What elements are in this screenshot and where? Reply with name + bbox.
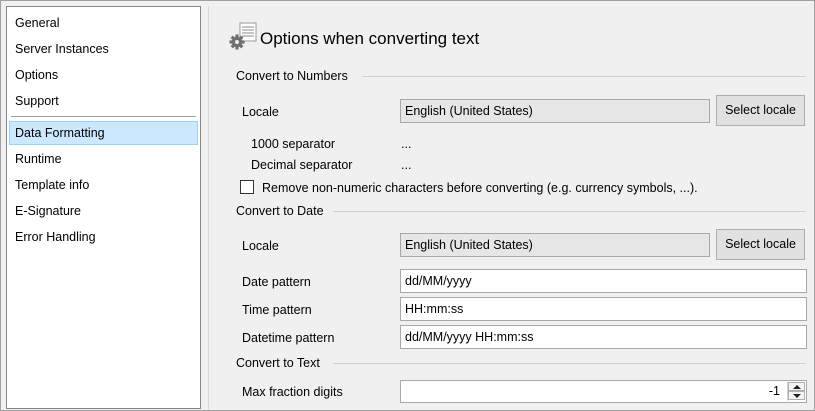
remove-nonnumeric-label: Remove non-numeric characters before con… bbox=[262, 181, 698, 195]
sidebar-item-runtime[interactable]: Runtime bbox=[9, 147, 198, 171]
sidebar-item-e-signature[interactable]: E-Signature bbox=[9, 199, 198, 223]
date-pattern-input[interactable]: dd/MM/yyyy bbox=[400, 269, 807, 293]
section-divider bbox=[333, 211, 806, 212]
sidebar: General Server Instances Options Support… bbox=[6, 6, 201, 409]
thousand-separator-value: ... bbox=[401, 137, 412, 151]
numbers-select-locale-button[interactable]: Select locale bbox=[716, 95, 805, 126]
page-title: Options when converting text bbox=[260, 29, 480, 48]
gear-document-icon bbox=[229, 22, 257, 50]
date-select-locale-button[interactable]: Select locale bbox=[716, 229, 805, 260]
date-locale-label: Locale bbox=[242, 239, 279, 253]
max-fraction-digits-value: -1 bbox=[768, 384, 780, 398]
sidebar-item-options[interactable]: Options bbox=[9, 63, 198, 87]
settings-window: General Server Instances Options Support… bbox=[0, 0, 815, 411]
time-pattern-label: Time pattern bbox=[242, 303, 312, 317]
date-locale-field: English (United States) bbox=[400, 233, 710, 257]
section-divider bbox=[333, 363, 806, 364]
main-panel: Options when converting text Convert to … bbox=[208, 6, 814, 410]
max-fraction-digits-label: Max fraction digits bbox=[242, 385, 343, 399]
numbers-locale-label: Locale bbox=[242, 105, 279, 119]
section-header-text: Convert to Text bbox=[236, 356, 320, 370]
sidebar-item-template-info[interactable]: Template info bbox=[9, 173, 198, 197]
datetime-pattern-input[interactable]: dd/MM/yyyy HH:mm:ss bbox=[400, 325, 807, 349]
sidebar-divider bbox=[11, 116, 196, 117]
sidebar-item-server-instances[interactable]: Server Instances bbox=[9, 37, 198, 61]
decimal-separator-label: Decimal separator bbox=[251, 158, 353, 172]
time-pattern-input[interactable]: HH:mm:ss bbox=[400, 297, 807, 321]
section-divider bbox=[362, 76, 806, 77]
stepper-down-icon[interactable] bbox=[788, 391, 805, 400]
datetime-pattern-label: Datetime pattern bbox=[242, 331, 335, 345]
section-header-numbers: Convert to Numbers bbox=[236, 69, 348, 83]
date-pattern-label: Date pattern bbox=[242, 275, 311, 289]
thousand-separator-label: 1000 separator bbox=[251, 137, 336, 151]
stepper-buttons bbox=[787, 382, 805, 401]
sidebar-item-data-formatting[interactable]: Data Formatting bbox=[9, 121, 198, 145]
remove-nonnumeric-checkbox[interactable] bbox=[240, 180, 254, 194]
section-header-date: Convert to Date bbox=[236, 204, 324, 218]
decimal-separator-value: ... bbox=[401, 158, 412, 172]
sidebar-item-general[interactable]: General bbox=[9, 11, 198, 35]
max-fraction-digits-stepper[interactable]: -1 bbox=[400, 380, 807, 403]
numbers-locale-field: English (United States) bbox=[400, 99, 710, 123]
sidebar-item-error-handling[interactable]: Error Handling bbox=[9, 225, 198, 249]
stepper-up-icon[interactable] bbox=[788, 382, 805, 391]
sidebar-item-support[interactable]: Support bbox=[9, 89, 198, 113]
